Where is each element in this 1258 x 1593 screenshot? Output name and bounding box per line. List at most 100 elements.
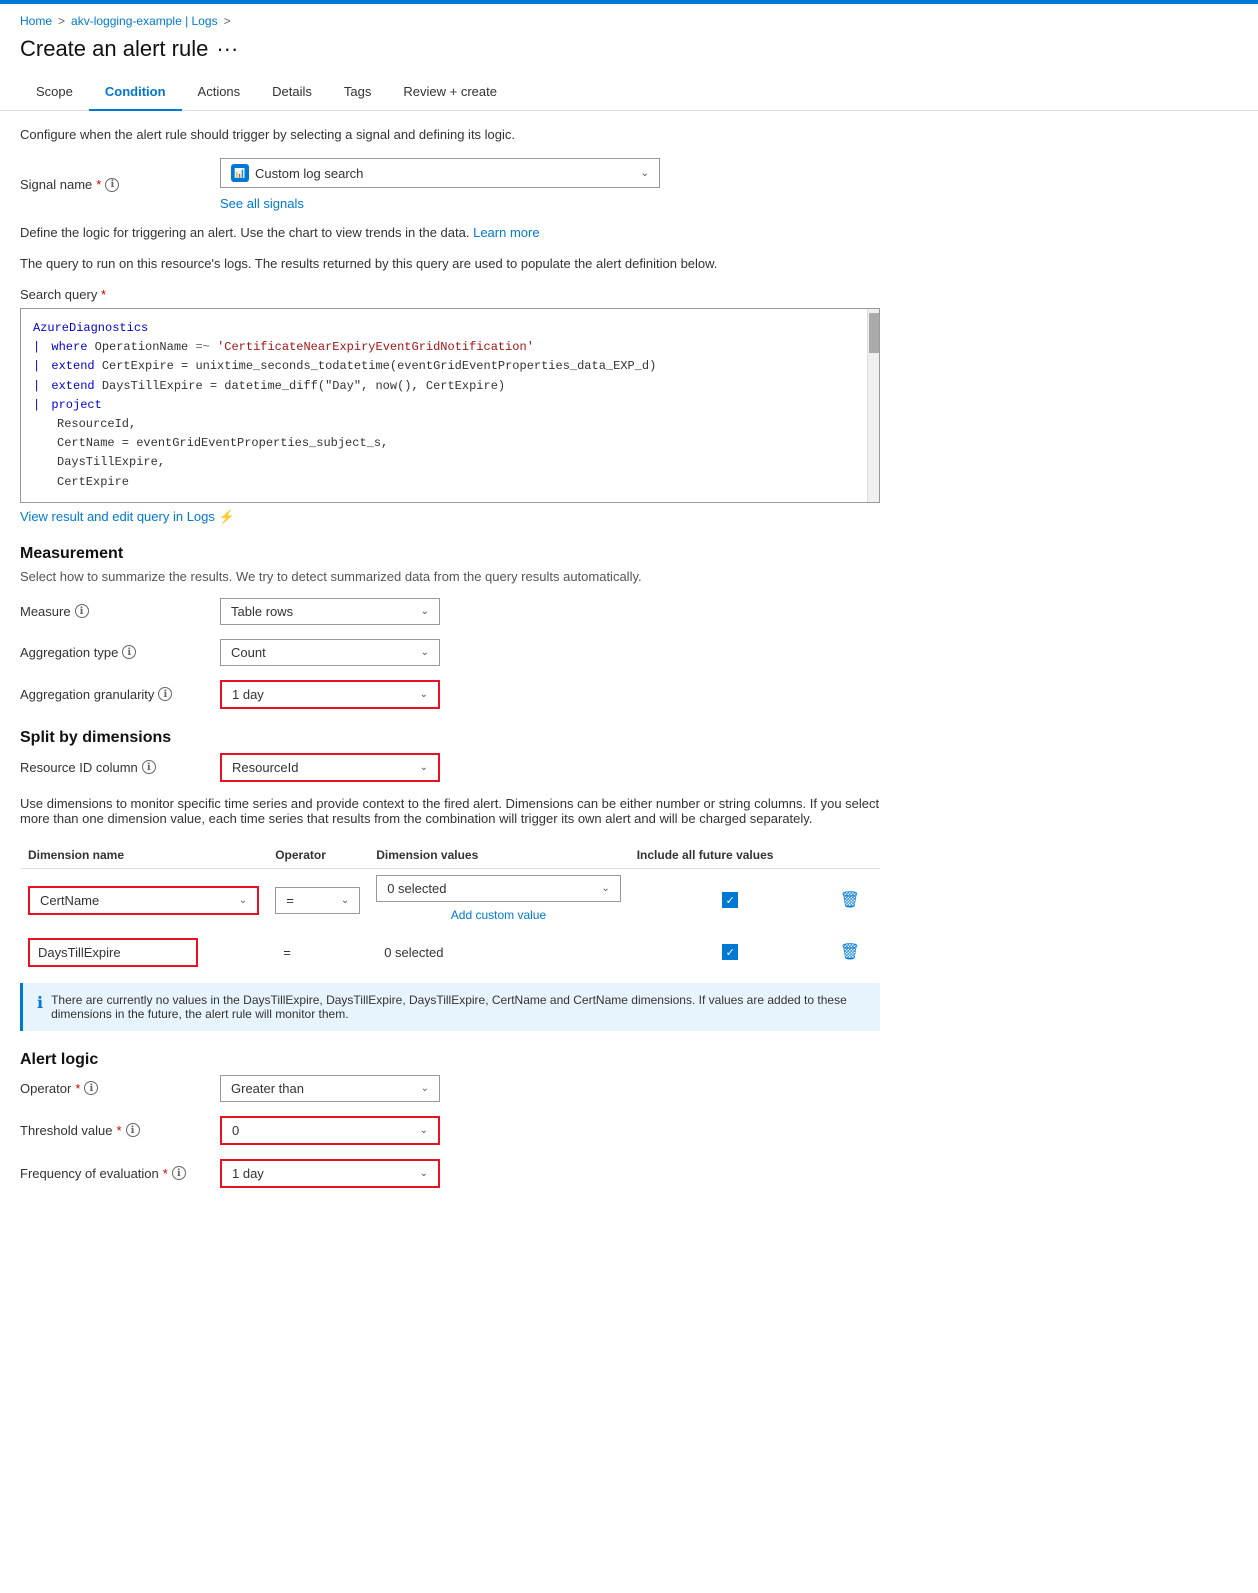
aggregation-granularity-dropdown[interactable]: 1 day ⌄ xyxy=(220,680,440,709)
resource-id-info-icon[interactable]: ℹ xyxy=(142,760,156,774)
split-info-text: Use dimensions to monitor specific time … xyxy=(20,796,880,826)
daystillexpire-operator: = xyxy=(275,945,299,960)
breadcrumb-home[interactable]: Home xyxy=(20,14,52,28)
query-line-9: CertExpire xyxy=(33,473,867,492)
certname-values-dropdown[interactable]: 0 selected ⌄ xyxy=(376,875,621,902)
logs-link-icon: ⚡ xyxy=(219,509,235,525)
certname-operator-dropdown[interactable]: = ⌄ xyxy=(275,887,360,914)
dim-header-operator: Operator xyxy=(267,842,368,869)
measurement-section: Measurement Select how to summarize the … xyxy=(20,545,880,709)
signal-chevron-icon: ⌄ xyxy=(641,168,649,179)
tab-actions[interactable]: Actions xyxy=(182,74,257,111)
tab-review[interactable]: Review + create xyxy=(387,74,513,111)
query-line-4: | extend DaysTillExpire = datetime_diff(… xyxy=(33,377,867,396)
measure-dropdown[interactable]: Table rows ⌄ xyxy=(220,598,440,625)
operator-dropdown[interactable]: Greater than ⌄ xyxy=(220,1075,440,1102)
threshold-input[interactable]: 0 ⌄ xyxy=(220,1116,440,1145)
alert-logic-section: Alert logic Operator * ℹ Greater than ⌄ … xyxy=(20,1051,880,1188)
page-title: Create an alert rule xyxy=(20,36,208,62)
measure-info-icon[interactable]: ℹ xyxy=(75,604,89,618)
dimensions-info-box: ℹ There are currently no values in the D… xyxy=(20,983,880,1031)
split-title: Split by dimensions xyxy=(20,729,880,747)
frequency-dropdown[interactable]: 1 day ⌄ xyxy=(220,1159,440,1188)
certname-chevron-icon: ⌄ xyxy=(239,895,247,906)
signal-dropdown[interactable]: 📊 Custom log search ⌄ xyxy=(220,158,660,188)
frequency-chevron-icon: ⌄ xyxy=(420,1168,428,1179)
tab-bar: Scope Condition Actions Details Tags Rev… xyxy=(0,74,1258,111)
certname-delete-button[interactable]: 🗑 xyxy=(840,892,860,909)
tab-condition[interactable]: Condition xyxy=(89,74,182,111)
aggregation-type-row: Aggregation type ℹ Count ⌄ xyxy=(20,639,880,666)
add-custom-value-link[interactable]: Add custom value xyxy=(376,904,621,926)
daystillexpire-delete-button[interactable]: 🗑 xyxy=(840,944,860,961)
frequency-label: Frequency of evaluation * ℹ xyxy=(20,1166,220,1181)
certname-vals-chevron-icon: ⌄ xyxy=(601,883,609,894)
certname-operator-value: = xyxy=(286,893,294,908)
aggregation-granularity-value: 1 day xyxy=(232,687,264,702)
query-line-3: | extend CertExpire = unixtime_seconds_t… xyxy=(33,357,867,376)
dim-header-name: Dimension name xyxy=(20,842,267,869)
operator-row: Operator * ℹ Greater than ⌄ xyxy=(20,1075,880,1102)
view-logs-link[interactable]: View result and edit query in Logs ⚡ xyxy=(20,509,880,525)
tab-details[interactable]: Details xyxy=(256,74,328,111)
scrollbar-thumb xyxy=(869,313,879,353)
certname-include-all-checkbox[interactable]: ✓ xyxy=(722,892,738,908)
page-title-row: Create an alert rule ··· xyxy=(0,32,1258,74)
search-query-section: Search query * AzureDiagnostics | where … xyxy=(20,287,880,525)
query-line-5: | project xyxy=(33,396,867,415)
certname-op-chevron-icon: ⌄ xyxy=(341,895,349,906)
aggregation-granularity-label: Aggregation granularity ℹ xyxy=(20,687,220,702)
agg-type-info-icon[interactable]: ℹ xyxy=(122,645,136,659)
measure-row: Measure ℹ Table rows ⌄ xyxy=(20,598,880,625)
info-box-icon: ℹ xyxy=(37,993,43,1021)
breadcrumb-sep1: > xyxy=(58,14,65,28)
operator-chevron-icon: ⌄ xyxy=(421,1083,429,1094)
operator-info-icon[interactable]: ℹ xyxy=(84,1081,98,1095)
threshold-row: Threshold value * ℹ 0 ⌄ xyxy=(20,1116,880,1145)
main-content: Configure when the alert rule should tri… xyxy=(0,111,900,1218)
alert-logic-title: Alert logic xyxy=(20,1051,880,1069)
more-icon[interactable]: ··· xyxy=(216,36,238,62)
query-line-7: CertName = eventGridEventProperties_subj… xyxy=(33,434,867,453)
agg-type-chevron-icon: ⌄ xyxy=(421,647,429,658)
dim-header-include: Include all future values xyxy=(629,842,832,869)
agg-gran-info-icon[interactable]: ℹ xyxy=(158,687,172,701)
resource-id-row: Resource ID column ℹ ResourceId ⌄ xyxy=(20,753,880,782)
certname-dimension-dropdown[interactable]: CertName ⌄ xyxy=(28,886,259,915)
breadcrumb-sep2: > xyxy=(224,14,231,28)
tab-tags[interactable]: Tags xyxy=(328,74,387,111)
query-resource-text: The query to run on this resource's logs… xyxy=(20,256,880,271)
tab-scope[interactable]: Scope xyxy=(20,74,89,111)
query-scrollbar[interactable] xyxy=(867,309,879,502)
operator-value: Greater than xyxy=(231,1081,304,1096)
threshold-info-icon[interactable]: ℹ xyxy=(126,1123,140,1137)
aggregation-granularity-row: Aggregation granularity ℹ 1 day ⌄ xyxy=(20,680,880,709)
signal-value: Custom log search xyxy=(255,166,363,181)
aggregation-type-dropdown[interactable]: Count ⌄ xyxy=(220,639,440,666)
learn-more-link[interactable]: Learn more xyxy=(473,225,539,240)
query-line-8: DaysTillExpire, xyxy=(33,453,867,472)
aggregation-type-label: Aggregation type ℹ xyxy=(20,645,220,660)
query-line-2: | where OperationName =~ 'CertificateNea… xyxy=(33,338,867,357)
measurement-subtitle: Select how to summarize the results. We … xyxy=(20,569,880,584)
signal-info-icon[interactable]: ℹ xyxy=(105,178,119,192)
breadcrumb-akv[interactable]: akv-logging-example | Logs xyxy=(71,14,218,28)
resource-id-dropdown[interactable]: ResourceId ⌄ xyxy=(220,753,440,782)
certname-value: CertName xyxy=(40,893,99,908)
dimension-row-daystillexpire: DaysTillExpire = 0 selected ✓ 🗑 xyxy=(20,932,880,973)
query-editor[interactable]: AzureDiagnostics | where OperationName =… xyxy=(20,308,880,503)
measurement-title: Measurement xyxy=(20,545,880,563)
query-line-6: ResourceId, xyxy=(33,415,867,434)
daystillexpire-values: 0 selected xyxy=(376,940,451,965)
frequency-info-icon[interactable]: ℹ xyxy=(172,1166,186,1180)
see-all-signals-link[interactable]: See all signals xyxy=(220,196,660,211)
dim-header-values: Dimension values xyxy=(368,842,629,869)
threshold-value: 0 xyxy=(232,1123,239,1138)
resource-id-chevron-icon: ⌄ xyxy=(420,762,428,773)
breadcrumb: Home > akv-logging-example | Logs > xyxy=(0,4,1258,32)
dim-header-actions xyxy=(832,842,880,869)
daystillexpire-include-all-checkbox[interactable]: ✓ xyxy=(722,944,738,960)
daystillexpire-dimension-input[interactable]: DaysTillExpire xyxy=(28,938,198,967)
signal-select-icon: 📊 xyxy=(231,164,249,182)
query-line-1: AzureDiagnostics xyxy=(33,319,867,338)
